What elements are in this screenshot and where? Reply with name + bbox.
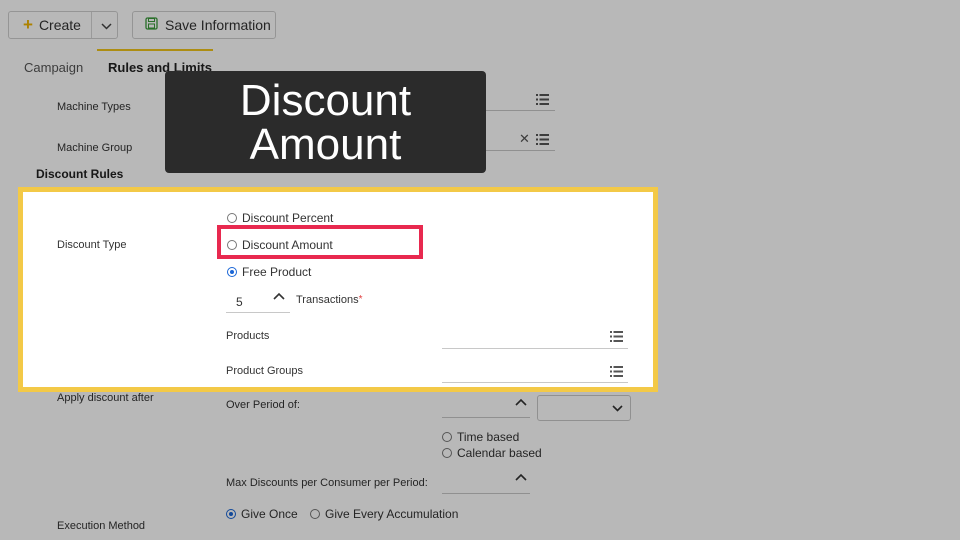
product-groups-field[interactable]	[442, 382, 628, 383]
caption-line-1: Discount	[239, 76, 412, 125]
radio-give-every-accumulation[interactable]: Give Every Accumulation	[310, 507, 458, 521]
chevron-down-icon	[612, 405, 623, 412]
apply-discount-after-label: Apply discount after	[57, 392, 154, 404]
create-button[interactable]: + Create	[8, 11, 118, 39]
create-divider	[90, 12, 92, 38]
machine-group-label: Machine Group	[57, 142, 133, 154]
over-period-label: Over Period of:	[226, 399, 300, 411]
list-icon[interactable]	[536, 94, 549, 105]
radio-label: Time based	[457, 430, 520, 444]
chevron-up-icon[interactable]	[515, 398, 527, 406]
plus-icon: +	[23, 15, 33, 34]
active-tab-indicator	[97, 49, 213, 51]
save-information-button[interactable]: Save Information	[132, 11, 276, 39]
list-icon[interactable]	[610, 331, 623, 342]
required-mark: *	[358, 294, 363, 305]
caption-banner: Discount Amount	[165, 71, 486, 173]
products-field[interactable]	[442, 348, 628, 349]
chevron-up-icon[interactable]	[273, 292, 285, 300]
list-icon[interactable]	[536, 134, 549, 145]
clear-icon[interactable]: ✕	[519, 131, 530, 147]
save-label: Save Information	[165, 17, 271, 33]
transactions-label: Transactions*	[296, 294, 363, 306]
tab-campaign[interactable]: Campaign	[24, 60, 83, 75]
radio-icon	[227, 213, 237, 223]
caption-line-2: Amount	[249, 120, 402, 169]
radio-icon	[442, 432, 452, 442]
radio-discount-percent[interactable]: Discount Percent	[227, 211, 333, 225]
discount-amount-focus-box	[217, 225, 423, 259]
radio-free-product[interactable]: Free Product	[227, 265, 311, 279]
discount-type-label: Discount Type	[57, 239, 127, 251]
radio-time-based[interactable]: Time based	[442, 430, 519, 444]
radio-label: Give Once	[241, 507, 298, 521]
machine-types-label: Machine Types	[57, 101, 131, 113]
products-label: Products	[226, 330, 270, 342]
radio-label: Free Product	[242, 265, 312, 279]
radio-icon	[442, 448, 452, 458]
product-groups-label: Product Groups	[226, 365, 304, 377]
save-icon	[145, 17, 158, 33]
radio-icon	[227, 267, 237, 277]
period-unit-select[interactable]	[537, 395, 631, 421]
execution-method-label: Execution Method	[57, 520, 146, 532]
transactions-field[interactable]	[226, 312, 290, 313]
radio-icon	[310, 509, 320, 519]
radio-icon	[226, 509, 236, 519]
list-icon[interactable]	[610, 366, 623, 377]
create-label: Create	[38, 17, 81, 33]
radio-give-once[interactable]: Give Once	[226, 507, 298, 521]
discount-rules-heading: Discount Rules	[36, 167, 124, 181]
chevron-up-icon[interactable]	[515, 473, 527, 481]
radio-label: Discount Percent	[242, 211, 334, 225]
chevron-down-icon[interactable]	[101, 17, 112, 33]
discount-rules-highlight	[18, 187, 658, 392]
radio-calendar-based[interactable]: Calendar based	[442, 446, 542, 460]
max-discounts-label: Max Discounts per Consumer per Period:	[226, 477, 428, 489]
radio-label: Give Every Accumulation	[325, 507, 459, 521]
max-discounts-field[interactable]	[442, 493, 530, 494]
transactions-value: 5	[236, 295, 243, 309]
period-value-field[interactable]	[442, 417, 530, 418]
radio-label: Calendar based	[457, 446, 542, 460]
